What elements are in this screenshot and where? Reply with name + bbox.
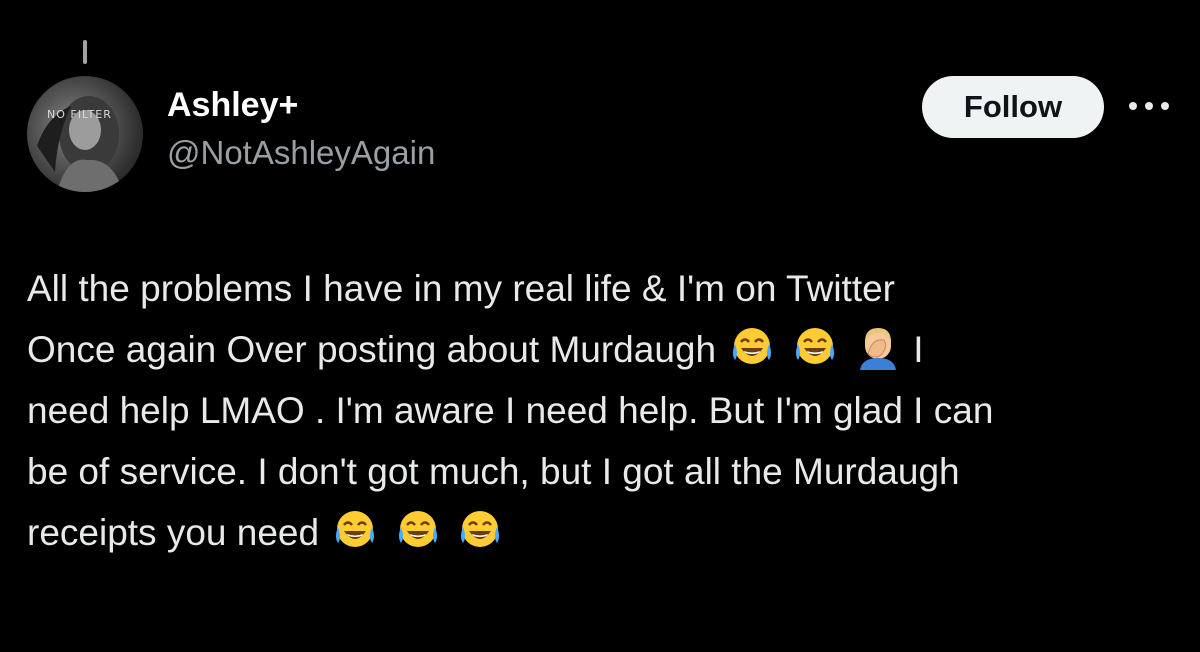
tweet-text-segment: All the problems I have in my real life … <box>27 268 896 309</box>
tears-of-joy-emoji <box>733 328 772 364</box>
avatar-photo <box>37 96 123 192</box>
tweet-text-line: be of service. I don't got much, but I g… <box>27 441 1177 502</box>
tweet-text-segment: need help LMAO . I'm aware I need help. … <box>27 390 994 431</box>
follow-button[interactable]: Follow <box>922 76 1104 138</box>
more-options-button[interactable] <box>1124 88 1174 124</box>
tweet-text-line: Once again Over posting about Murdaugh I <box>27 319 1177 380</box>
tears-of-joy-emoji <box>460 511 499 547</box>
author-display-name[interactable]: Ashley+ <box>167 85 298 125</box>
tweet-text: All the problems I have in my real life … <box>27 258 1177 563</box>
tweet-text-segment: Once again Over posting about Murdaugh <box>27 329 717 370</box>
tweet-text-segment: be of service. I don't got much, but I g… <box>27 451 960 492</box>
tears-of-joy-emoji <box>398 511 437 547</box>
tears-of-joy-emoji <box>336 511 375 547</box>
tweet-text-segment: I <box>913 329 924 370</box>
tweet-text-line: All the problems I have in my real life … <box>27 258 1177 319</box>
tweet-text-line: need help LMAO . I'm aware I need help. … <box>27 380 1177 441</box>
avatar-overlay-text: NO FILTER <box>47 108 112 121</box>
facepalm-emoji <box>859 328 896 370</box>
tweet-text-line: receipts you need <box>27 502 1177 563</box>
author-handle[interactable]: @NotAshleyAgain <box>167 133 435 173</box>
more-dots-icon <box>1129 102 1169 110</box>
tweet-text-segment: receipts you need <box>27 512 320 553</box>
thread-connector-line <box>83 40 87 64</box>
avatar[interactable]: NO FILTER <box>27 76 143 192</box>
tears-of-joy-emoji <box>795 328 834 364</box>
